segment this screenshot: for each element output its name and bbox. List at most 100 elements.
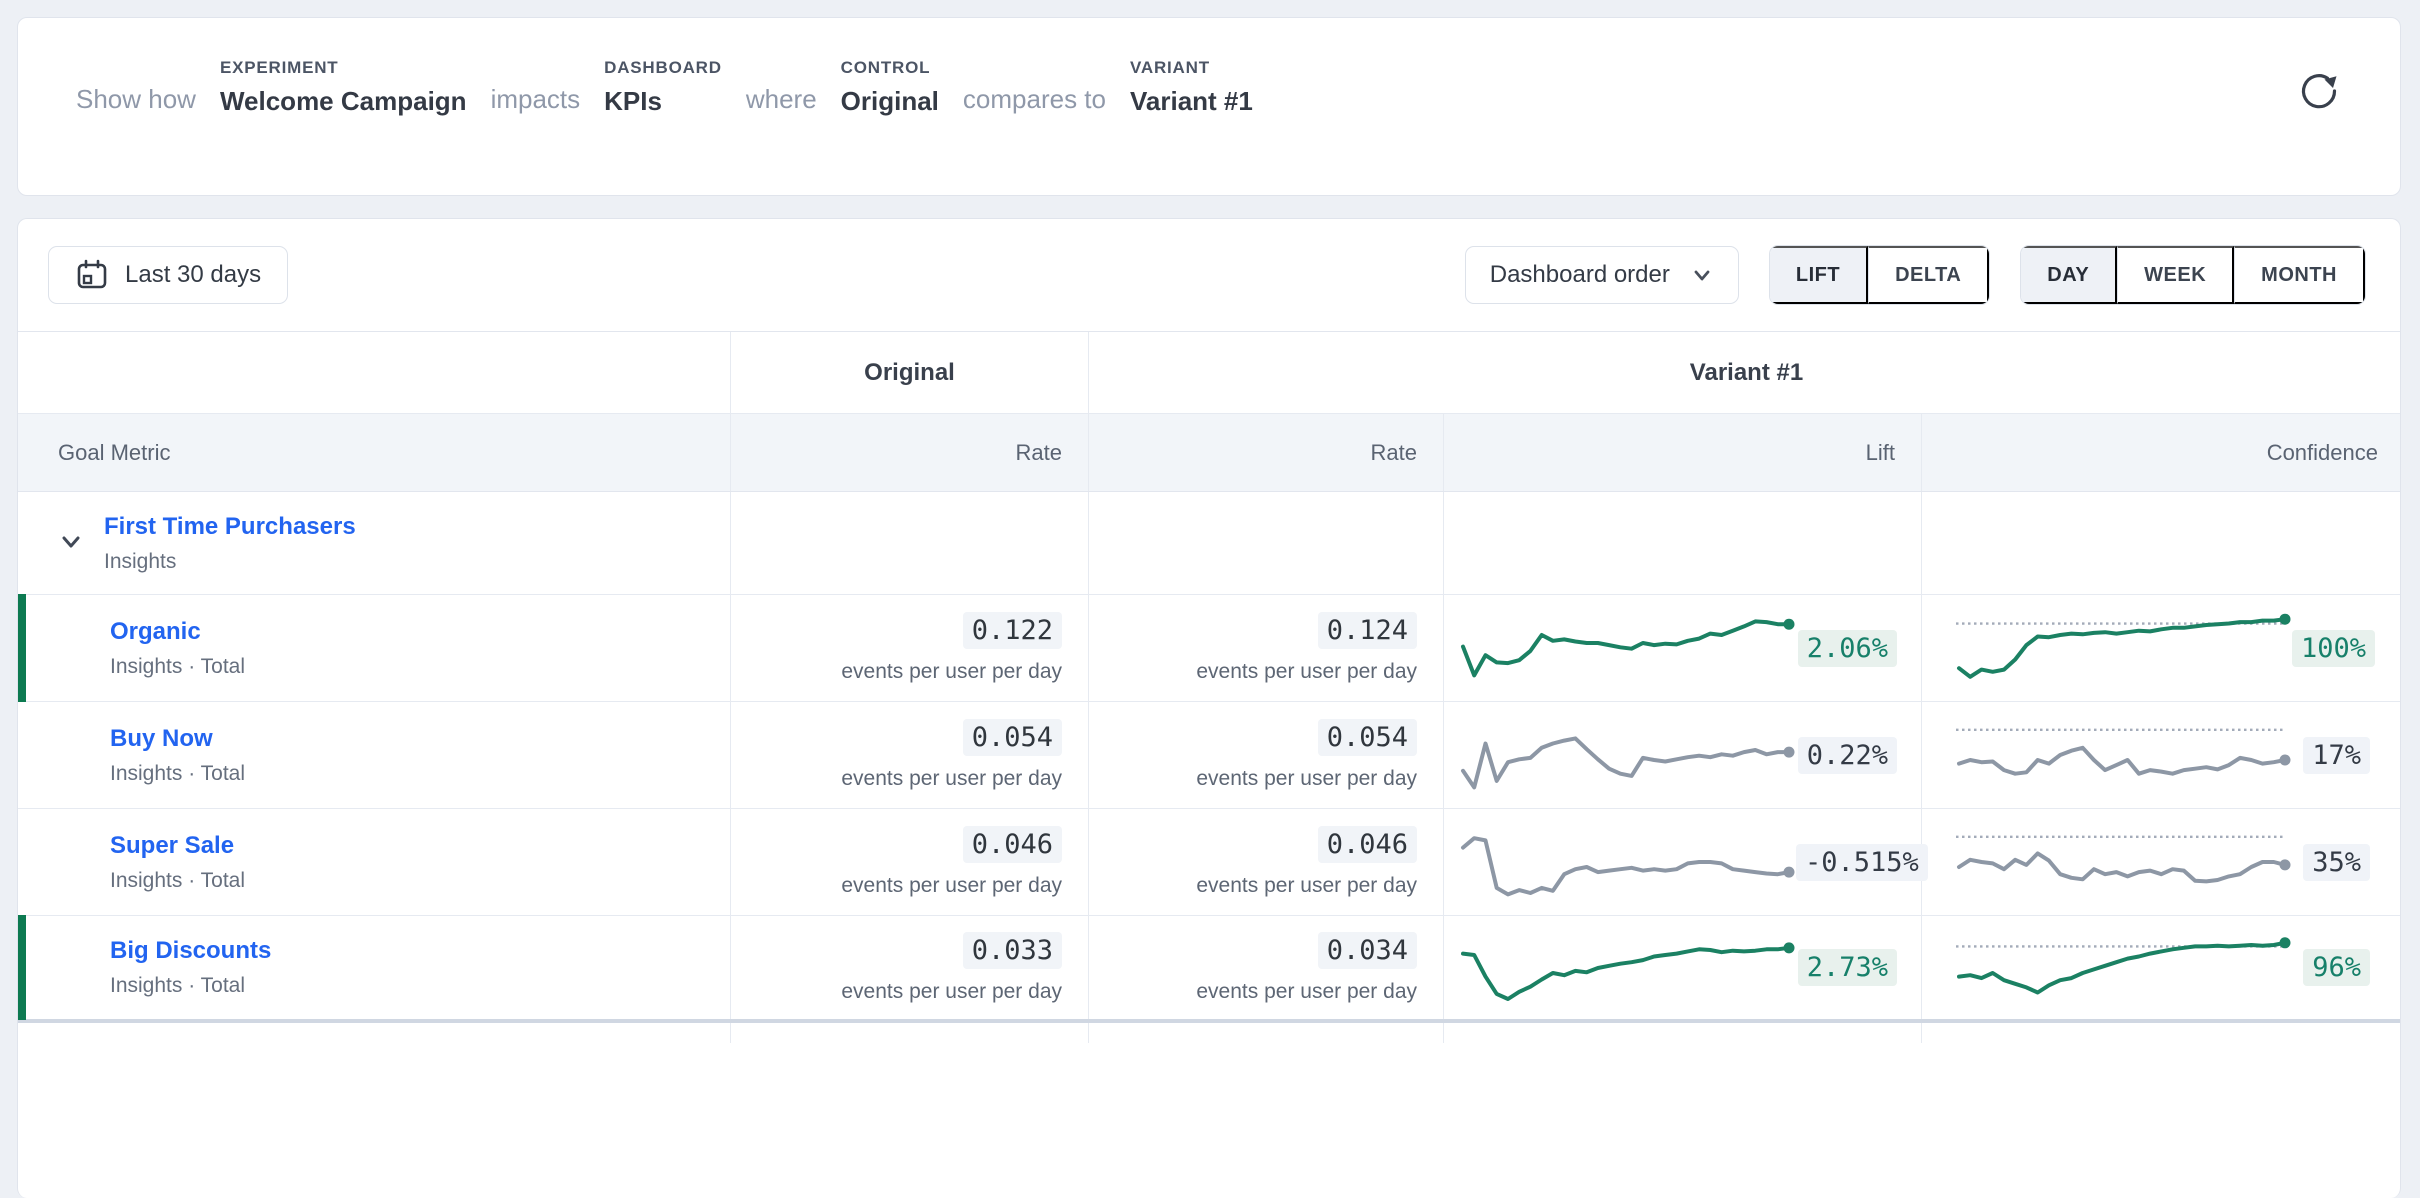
control-rate-cell: 0.046events per user per day	[731, 809, 1089, 915]
rate-value: 0.122	[963, 612, 1062, 649]
toggle-option-day[interactable]: DAY	[2021, 246, 2117, 304]
query-entity-value[interactable]: Welcome Campaign	[220, 86, 467, 117]
refresh-button[interactable]	[2296, 68, 2342, 114]
metric-subtitle: Insights	[104, 550, 356, 574]
query-entity-value[interactable]: Variant #1	[1130, 86, 1253, 117]
date-range-label: Last 30 days	[125, 261, 261, 289]
confidence-value: 96%	[2303, 949, 2370, 986]
confidence-value: 100%	[2292, 630, 2375, 667]
empty-cell	[1922, 492, 2401, 594]
group-header-variant: Variant #1	[1089, 332, 2401, 413]
rate-unit: events per user per day	[1196, 660, 1417, 684]
rate-value: 0.054	[1318, 719, 1417, 756]
toolbar-right: Dashboard order LIFTDELTA DAYWEEKMONTH	[1465, 245, 2366, 305]
lift-value: 2.73%	[1798, 949, 1897, 986]
query-segments: Show howEXPERIMENTWelcome Campaignimpact…	[18, 18, 2400, 117]
metric-link[interactable]: Organic	[110, 618, 245, 646]
confidence-cell: 35%	[1922, 809, 2401, 915]
variant-rate-cell: 0.046 events per user per day	[1089, 809, 1444, 915]
metric-link[interactable]: Super Sale	[110, 832, 245, 860]
rate-value: 0.034	[1318, 932, 1417, 969]
query-entity-value[interactable]: KPIs	[604, 86, 722, 117]
granularity-toggle: DAYWEEKMONTH	[2020, 245, 2366, 305]
lift-sparkline	[1456, 712, 1796, 798]
metric-subtitle: Insights · Total	[110, 869, 245, 893]
lift-cell: 2.06%	[1444, 595, 1922, 701]
rate-value: 0.054	[963, 719, 1062, 756]
lift-delta-toggle: LIFTDELTA	[1769, 245, 1990, 305]
confidence-value: 17%	[2303, 737, 2370, 774]
lift-sparkline	[1456, 925, 1796, 1011]
rate-unit: events per user per day	[1196, 767, 1417, 791]
name-block: First Time Purchasers Insights	[104, 513, 356, 574]
name-block: Big Discounts Insights · Total	[110, 937, 271, 998]
confidence-cell: 96%	[1922, 916, 2401, 1019]
table-row-metric: Big Discounts Insights · Total 0.033events…	[18, 916, 2400, 1023]
empty-cell	[731, 492, 1089, 594]
empty-cell	[1444, 1023, 1922, 1043]
lift-sparkline	[1456, 605, 1796, 691]
lift-cell: 2.73%	[1444, 916, 1922, 1019]
table-body: First Time PurchasersInsightsOrganicInsi…	[18, 492, 2400, 1043]
toggle-option-lift[interactable]: LIFT	[1770, 246, 1868, 304]
date-range-button[interactable]: Last 30 days	[48, 246, 288, 304]
empty-cell	[731, 1023, 1089, 1043]
name-block: Buy Now Insights · Total	[110, 725, 245, 786]
empty-cell	[1922, 1023, 2401, 1043]
col-confidence: Confidence	[1922, 414, 2401, 491]
confidence-cell: 17%	[1922, 702, 2401, 808]
metric-link[interactable]: First Time Purchasers	[104, 513, 356, 541]
metrics-table: Original Variant #1 Goal Metric Rate Rat…	[18, 331, 2400, 1043]
dashboard-panel: Last 30 days Dashboard order LIFTDELTA D…	[17, 218, 2401, 1198]
rate-value: 0.124	[1318, 612, 1417, 649]
rate-unit: events per user per day	[1196, 874, 1417, 898]
control-rate-cell: 0.054 events per user per day	[731, 702, 1089, 808]
rate-unit: events per user per day	[841, 874, 1062, 898]
rate-unit: events per user per day	[841, 767, 1062, 791]
goal-metric-cell: OrganicInsights · Total	[18, 595, 731, 701]
rate-value: 0.046	[1318, 826, 1417, 863]
group-header-control: Original	[731, 332, 1089, 413]
confidence-sparkline	[1952, 712, 2292, 798]
metric-subtitle: Insights · Total	[110, 974, 271, 998]
lift-cell: -0.515%	[1444, 809, 1922, 915]
col-variant-rate: Rate	[1089, 414, 1444, 491]
query-connector: compares to	[963, 84, 1106, 117]
col-control-rate: Rate	[731, 414, 1089, 491]
empty-cell	[1089, 1023, 1444, 1043]
calendar-icon	[75, 258, 109, 292]
rate-unit: events per user per day	[841, 660, 1062, 684]
toggle-option-week[interactable]: WEEK	[2117, 246, 2234, 304]
toggle-option-month[interactable]: MONTH	[2234, 246, 2365, 304]
rate-unit: events per user per day	[841, 980, 1062, 1004]
query-entity-value[interactable]: Original	[841, 86, 939, 117]
expand-collapse-button[interactable]	[54, 526, 88, 560]
goal-metric-cell: Super Sale Insights · Total	[18, 809, 731, 915]
table-row-group: First Time Purchasers Insights	[18, 492, 2400, 595]
metric-link[interactable]: Big Discounts	[110, 937, 271, 965]
col-lift: Lift	[1444, 414, 1922, 491]
confidence-sparkline	[1952, 925, 2292, 1011]
control-rate-cell: 0.033events per user per day	[731, 916, 1089, 1019]
query-entity-label: CONTROL	[841, 58, 939, 78]
dashboard-order-select[interactable]: Dashboard order	[1465, 246, 1739, 304]
lift-sparkline	[1456, 819, 1796, 905]
rate-unit: events per user per day	[1196, 980, 1417, 1004]
toggle-option-delta[interactable]: DELTA	[1868, 246, 1989, 304]
query-entity-variant: VARIANT Variant #1	[1130, 58, 1253, 117]
query-entity-label: EXPERIMENT	[220, 58, 467, 78]
toolbar: Last 30 days Dashboard order LIFTDELTA D…	[18, 219, 2400, 331]
table-row-metric: Super Sale Insights · Total 0.046 events pe…	[18, 809, 2400, 916]
metric-subtitle: Insights · Total	[110, 762, 245, 786]
chevron-down-icon	[1690, 263, 1714, 287]
query-entity-control: CONTROL Original	[841, 58, 939, 117]
query-entity-label: VARIANT	[1130, 58, 1253, 78]
table-row-metric: OrganicInsights · Total 0.122 events per u…	[18, 595, 2400, 702]
metric-link[interactable]: Buy Now	[110, 725, 245, 753]
table-row-partial	[18, 1023, 2400, 1043]
lift-value: 2.06%	[1798, 630, 1897, 667]
name-block: OrganicInsights · Total	[110, 618, 245, 679]
query-entity-experiment: EXPERIMENT Welcome Campaign	[220, 58, 467, 117]
goal-metric-cell: Buy Now Insights · Total	[18, 702, 731, 808]
goal-metric-cell: First Time Purchasers Insights	[18, 492, 731, 594]
